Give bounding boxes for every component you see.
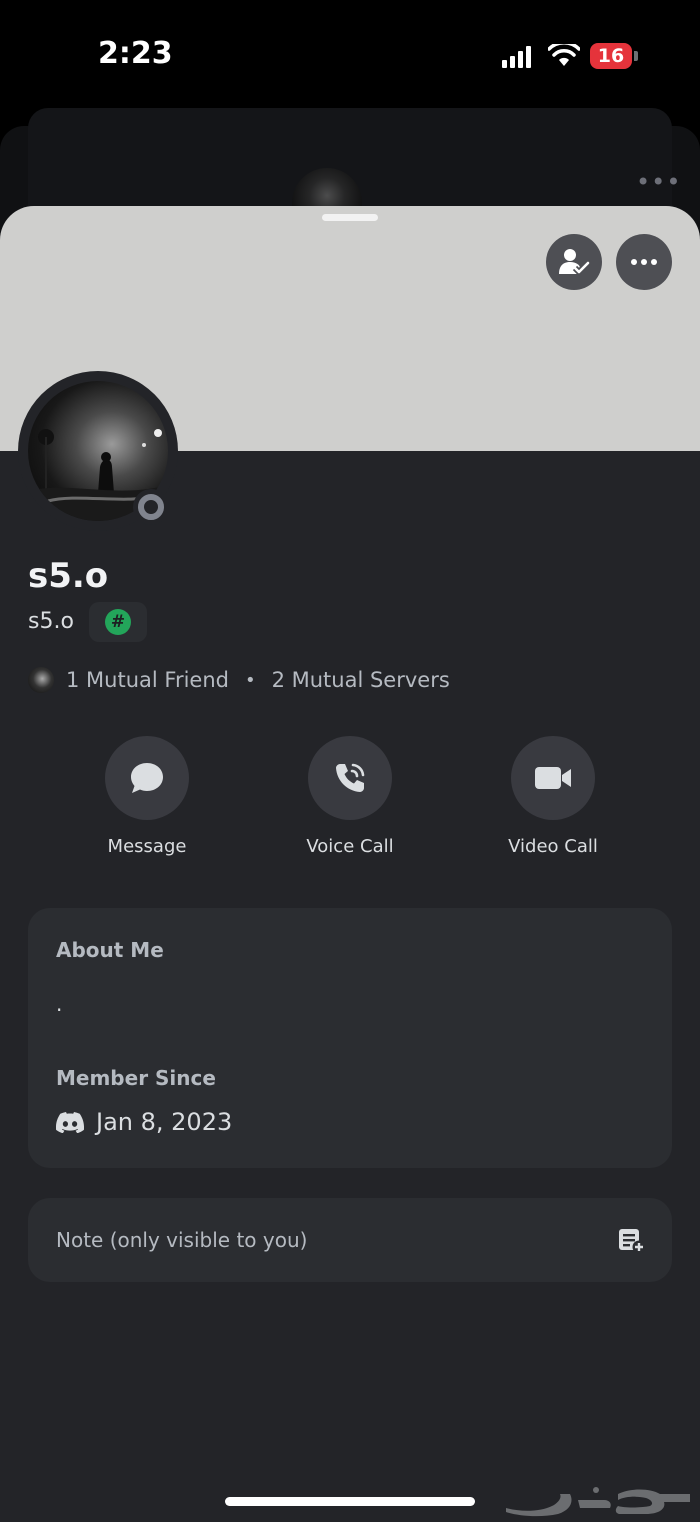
video-call-action[interactable]: Video Call (478, 736, 628, 857)
status-bar: 2:23 16 (0, 0, 700, 110)
message-button[interactable] (105, 736, 189, 820)
server-tag-badge[interactable]: # (89, 602, 147, 642)
sheet-grabber[interactable] (322, 214, 378, 221)
note-input[interactable]: Note (only visible to you) (56, 1228, 307, 1252)
separator: • (244, 669, 256, 691)
haraj-watermark-logo (506, 1487, 690, 1517)
home-indicator[interactable] (225, 1497, 475, 1506)
display-name: s5.o (28, 556, 109, 596)
member-since-heading: Member Since (56, 1066, 216, 1090)
friend-status-button[interactable] (546, 234, 602, 290)
voice-call-action[interactable]: Voice Call (275, 736, 425, 857)
voice-call-label: Voice Call (306, 836, 394, 857)
member-since-row: Jan 8, 2023 (56, 1108, 232, 1136)
about-card: About Me . Member Since Jan 8, 2023 (28, 908, 672, 1168)
clock: 2:23 (98, 36, 173, 71)
username: s5.o (28, 609, 74, 634)
note-card[interactable]: Note (only visible to you) (28, 1198, 672, 1282)
battery-tip (634, 51, 638, 61)
message-action[interactable]: Message (72, 736, 222, 857)
profile-sheet: s5.o s5.o # 1 Mutual Friend • 2 Mutual S… (0, 206, 700, 1522)
wifi-icon (548, 44, 580, 66)
more-options-button[interactable] (616, 234, 672, 290)
background-more-icon: ••• (636, 168, 682, 196)
member-since-date: Jan 8, 2023 (96, 1108, 233, 1136)
message-label: Message (107, 836, 187, 857)
phone-icon (336, 763, 365, 792)
video-call-label: Video Call (508, 836, 598, 857)
battery-indicator: 16 (590, 43, 632, 69)
add-note-icon[interactable] (618, 1228, 646, 1254)
cellular-signal-icon (502, 44, 536, 68)
about-me-text: . (56, 992, 63, 1016)
about-me-heading: About Me (56, 938, 164, 962)
more-icon (631, 259, 657, 265)
message-icon (131, 763, 163, 793)
mutual-friends-link[interactable]: 1 Mutual Friend (66, 668, 229, 692)
voice-call-button[interactable] (308, 736, 392, 820)
video-call-button[interactable] (511, 736, 595, 820)
mutual-friend-avatar (28, 667, 54, 693)
hashtag-icon: # (105, 609, 131, 635)
mutuals-row[interactable]: 1 Mutual Friend • 2 Mutual Servers (28, 666, 450, 694)
video-icon (535, 767, 571, 789)
offline-status-indicator (133, 489, 169, 525)
friend-check-icon (559, 249, 590, 276)
mutual-servers-link[interactable]: 2 Mutual Servers (272, 668, 450, 692)
discord-logo-icon (56, 1112, 84, 1133)
